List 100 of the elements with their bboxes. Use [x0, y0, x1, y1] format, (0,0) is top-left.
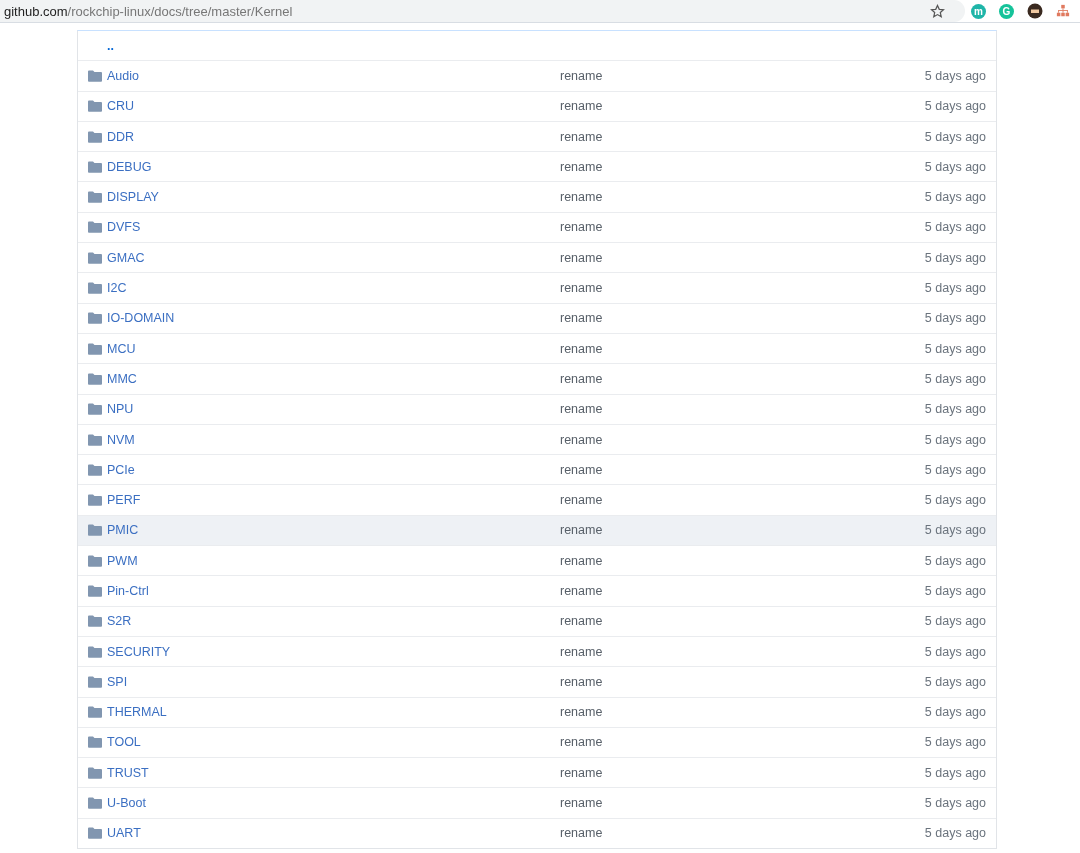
file-row[interactable]: UART rename 5 days ago	[78, 817, 996, 848]
file-row[interactable]: I2C rename 5 days ago	[78, 272, 996, 303]
folder-link[interactable]: DISPLAY	[107, 190, 159, 205]
folder-link[interactable]: MMC	[107, 371, 137, 386]
folder-link[interactable]: DVFS	[107, 220, 141, 235]
commit-message[interactable]: rename	[560, 462, 603, 477]
commit-age: 5 days ago	[924, 493, 986, 508]
commit-message[interactable]: rename	[560, 674, 603, 689]
folder-link[interactable]: S2R	[107, 614, 132, 629]
file-row[interactable]: Audio rename 5 days ago	[78, 60, 996, 91]
folder-icon	[88, 433, 102, 446]
commit-message[interactable]: rename	[560, 341, 603, 356]
folder-link[interactable]: I2C	[107, 281, 127, 295]
commit-message[interactable]: rename	[560, 735, 603, 750]
file-row[interactable]: S2R rename 5 days ago	[78, 605, 996, 636]
folder-icon	[88, 463, 102, 476]
file-row[interactable]: NPU rename 5 days ago	[78, 393, 996, 424]
file-row[interactable]: SPI rename 5 days ago	[78, 666, 996, 697]
file-row[interactable]: MCU rename 5 days ago	[78, 332, 996, 364]
folder-link[interactable]: THERMAL	[107, 705, 167, 720]
folder-link[interactable]: PWM	[107, 553, 138, 568]
folder-link[interactable]: TOOL	[107, 735, 141, 750]
commit-message[interactable]: rename	[560, 99, 603, 114]
commit-message[interactable]: rename	[560, 705, 603, 720]
commit-message[interactable]: rename	[560, 644, 603, 659]
commit-message[interactable]: rename	[560, 220, 603, 235]
folder-link[interactable]: SPI	[107, 674, 128, 689]
folder-link[interactable]: IO-DOMAIN	[107, 311, 175, 326]
folder-icon	[88, 342, 102, 355]
folder-link[interactable]: Audio	[107, 68, 139, 83]
avatar-icon[interactable]	[1027, 3, 1043, 19]
folder-icon	[88, 706, 102, 719]
file-row[interactable]: TOOL rename 5 days ago	[78, 726, 996, 758]
commit-message[interactable]: rename	[560, 523, 603, 538]
url-text: github.com/rockchip-linux/docs/tree/master/Kernel	[4, 3, 293, 19]
commit-age: 5 days ago	[924, 250, 986, 265]
commit-message[interactable]: rename	[560, 402, 603, 417]
folder-link[interactable]: TRUST	[107, 765, 149, 780]
parent-directory-link[interactable]: ..	[107, 38, 114, 53]
commit-message[interactable]: rename	[560, 826, 603, 841]
folder-icon	[88, 130, 102, 143]
folder-link[interactable]: PCIe	[107, 462, 135, 477]
folder-link[interactable]: NVM	[107, 432, 135, 447]
sitemap-icon[interactable]	[1056, 4, 1070, 18]
commit-message[interactable]: rename	[560, 311, 603, 326]
commit-age: 5 days ago	[924, 796, 986, 811]
file-row[interactable]: THERMAL rename 5 days ago	[78, 696, 996, 727]
file-row[interactable]: IO-DOMAIN rename 5 days ago	[78, 302, 996, 333]
commit-message[interactable]: rename	[560, 129, 603, 144]
commit-message[interactable]: rename	[560, 159, 603, 174]
folder-link[interactable]: CRU	[107, 99, 135, 114]
folder-link[interactable]: MCU	[107, 341, 136, 356]
commit-message[interactable]: rename	[560, 553, 603, 568]
file-row[interactable]: TRUST rename 5 days ago	[78, 757, 996, 788]
commit-age: 5 days ago	[924, 220, 986, 235]
file-row[interactable]: MMC rename 5 days ago	[78, 363, 996, 394]
commit-message[interactable]: rename	[560, 190, 603, 205]
commit-message[interactable]: rename	[560, 493, 603, 508]
folder-link[interactable]: PERF	[107, 493, 141, 508]
folder-link[interactable]: GMAC	[107, 250, 145, 265]
folder-icon	[88, 585, 102, 597]
file-row[interactable]: DISPLAY rename 5 days ago	[78, 181, 996, 212]
commit-age: 5 days ago	[924, 705, 986, 720]
file-row[interactable]: DVFS rename 5 days ago	[78, 211, 996, 243]
folder-link[interactable]: DDR	[107, 129, 135, 144]
file-row[interactable]: DDR rename 5 days ago	[78, 120, 996, 152]
file-row[interactable]: DEBUG rename 5 days ago	[78, 151, 996, 182]
commit-age: 5 days ago	[924, 765, 986, 780]
file-row[interactable]: PMIC rename 5 days ago	[78, 514, 996, 546]
commit-message[interactable]: rename	[560, 371, 603, 386]
address-bar[interactable]: github.com/rockchip-linux/docs/tree/master/Kernel	[0, 0, 965, 22]
commit-message[interactable]: rename	[560, 584, 603, 598]
folder-icon	[88, 645, 102, 658]
file-row[interactable]: NVM rename 5 days ago	[78, 423, 996, 455]
folder-link[interactable]: UART	[107, 826, 141, 841]
star-icon[interactable]	[930, 3, 945, 19]
commit-message[interactable]: rename	[560, 432, 603, 447]
commit-message[interactable]: rename	[560, 765, 603, 780]
file-row[interactable]: PCIe rename 5 days ago	[78, 454, 996, 485]
file-row[interactable]: SECURITY rename 5 days ago	[78, 635, 996, 667]
file-row[interactable]: CRU rename 5 days ago	[78, 90, 996, 121]
file-row[interactable]: PWM rename 5 days ago	[78, 545, 996, 576]
folder-link[interactable]: PMIC	[107, 523, 139, 538]
commit-message[interactable]: rename	[560, 281, 603, 295]
folder-icon	[88, 282, 102, 294]
file-row[interactable]: PERF rename 5 days ago	[78, 484, 996, 515]
commit-message[interactable]: rename	[560, 68, 603, 83]
folder-link[interactable]: NPU	[107, 402, 134, 417]
file-row[interactable]: Pin-Ctrl rename 5 days ago	[78, 575, 996, 606]
folder-link[interactable]: DEBUG	[107, 159, 152, 174]
commit-age: 5 days ago	[924, 735, 986, 750]
file-row[interactable]: U-Boot rename 5 days ago	[78, 787, 996, 818]
folder-icon	[88, 251, 102, 264]
folder-link[interactable]: U-Boot	[107, 796, 146, 811]
commit-message[interactable]: rename	[560, 614, 603, 629]
commit-message[interactable]: rename	[560, 796, 603, 811]
folder-link[interactable]: Pin-Ctrl	[107, 584, 149, 598]
file-row[interactable]: GMAC rename 5 days ago	[78, 242, 996, 273]
commit-message[interactable]: rename	[560, 250, 603, 265]
folder-link[interactable]: SECURITY	[107, 644, 171, 659]
